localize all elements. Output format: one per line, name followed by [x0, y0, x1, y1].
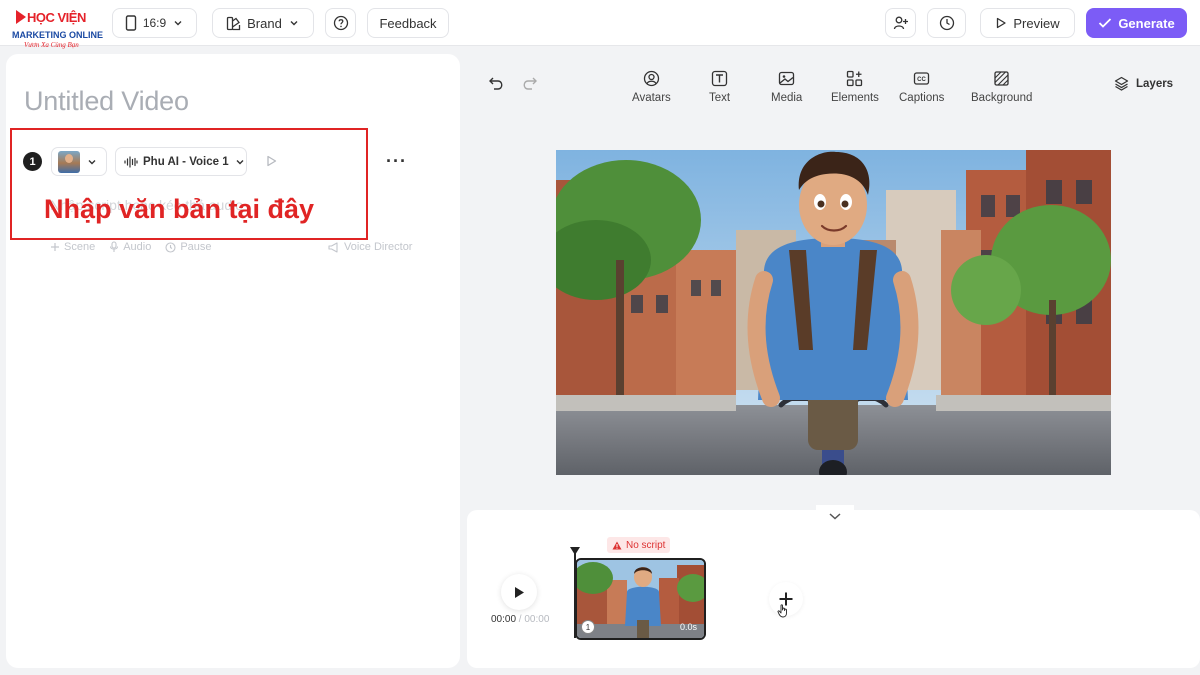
script-panel: Untitled Video 1 Phu AI - Voice 1 ··· Nh…: [6, 54, 460, 668]
current-time: 00:00: [491, 614, 517, 625]
pause-tool-label: Pause: [180, 241, 212, 253]
layers-label: Layers: [1136, 77, 1174, 90]
text-tool-label: Text: [709, 92, 731, 104]
collapse-timeline-button[interactable]: [816, 505, 854, 527]
history-button[interactable]: [927, 8, 966, 38]
phone-icon: [125, 15, 137, 31]
no-script-label: No script: [626, 539, 666, 551]
brand-label: Brand: [247, 15, 282, 31]
chevron-down-icon: [829, 513, 841, 520]
no-script-warning: No script: [607, 537, 671, 553]
logo-brand: HỌC VIỆN: [27, 10, 86, 25]
redo-icon: [523, 77, 537, 90]
help-button[interactable]: [325, 8, 356, 38]
undo-icon: [489, 77, 503, 90]
chevron-down-icon: [174, 21, 182, 26]
text-tool[interactable]: Text: [709, 70, 730, 104]
avatar-icon: [643, 70, 660, 87]
background-tool[interactable]: Background: [971, 70, 1032, 104]
add-user-icon: [893, 16, 908, 30]
undo-button[interactable]: [488, 75, 504, 96]
voice-director-button[interactable]: Voice Director: [328, 241, 412, 253]
image-icon: [779, 71, 795, 86]
captions-tool[interactable]: CC Captions: [899, 70, 944, 104]
voice-director-label: Voice Director: [344, 241, 413, 253]
preview-label: Preview: [1013, 15, 1060, 31]
avatars-tool[interactable]: Avatars: [632, 70, 671, 104]
elements-tool[interactable]: Elements: [831, 70, 879, 104]
text-icon: [711, 70, 728, 87]
layers-button[interactable]: Layers: [1114, 76, 1173, 91]
add-pause-tool[interactable]: Pause: [165, 241, 212, 253]
logo: HỌC VIỆN MARKETING ONLINE Vươn Xa Cùng B…: [10, 6, 110, 49]
layers-icon: [1114, 76, 1129, 91]
clip-number-badge: 1: [581, 620, 595, 634]
audio-tool-label: Audio: [123, 241, 152, 253]
timer-icon: [165, 241, 176, 253]
svg-text:CC: CC: [917, 77, 926, 83]
video-title[interactable]: Untitled Video: [24, 86, 189, 117]
feedback-button[interactable]: Feedback: [367, 8, 449, 38]
microphone-icon: [110, 241, 119, 252]
aspect-ratio-label: 16:9: [142, 16, 167, 30]
canvas-toolbar: Avatars Text Media Elements CC Captions …: [460, 54, 1200, 124]
instruction-overlay-text: Nhập văn bản tại đây: [44, 194, 315, 224]
media-tool-label: Media: [771, 92, 803, 104]
redo-button[interactable]: [522, 75, 538, 96]
warning-icon: [612, 541, 622, 549]
logo-tagline: Vươn Xa Cùng Bạn: [24, 41, 79, 49]
generate-button[interactable]: Generate: [1086, 8, 1187, 38]
clock-icon: [939, 15, 954, 31]
media-tool[interactable]: Media: [771, 70, 802, 104]
aspect-ratio-dropdown[interactable]: 16:9: [112, 8, 197, 38]
background-tool-label: Background: [971, 92, 1033, 104]
clip-duration: 0.0s: [680, 622, 698, 632]
generate-label: Generate: [1118, 15, 1175, 31]
video-preview-canvas[interactable]: [556, 150, 1111, 475]
chevron-down-icon: [290, 21, 298, 26]
help-icon: [333, 15, 348, 31]
captions-icon: CC: [914, 72, 930, 85]
add-audio-tool[interactable]: Audio: [109, 241, 151, 253]
logo-mark-icon: [16, 10, 26, 24]
avatars-tool-label: Avatars: [632, 92, 671, 104]
brand-kit-icon: [226, 16, 241, 30]
scene-tool-label: Scene: [64, 241, 96, 253]
more-options-button[interactable]: ···: [386, 151, 407, 172]
logo-sub: MARKETING ONLINE: [12, 30, 103, 40]
captions-tool-label: Captions: [899, 92, 945, 104]
top-bar: HỌC VIỆN MARKETING ONLINE Vươn Xa Cùng B…: [0, 0, 1200, 49]
timeline-play-button[interactable]: [501, 574, 537, 610]
preview-button[interactable]: Preview: [980, 8, 1075, 38]
time-display: 00:00 / 00:00: [491, 614, 549, 625]
script-tools: Scene Audio Pause: [50, 241, 212, 253]
avatar-scene-image: [556, 150, 1111, 475]
check-icon: [1099, 18, 1112, 28]
plus-icon: [51, 243, 59, 251]
playhead-line: [574, 553, 576, 638]
play-icon: [515, 586, 524, 598]
feedback-label: Feedback: [379, 15, 437, 31]
elements-icon: [847, 70, 863, 87]
megaphone-icon: [328, 241, 338, 253]
elements-tool-label: Elements: [831, 92, 879, 104]
invite-button[interactable]: [885, 8, 916, 38]
add-scene-tool[interactable]: Scene: [50, 241, 95, 253]
pointer-hand-icon: [777, 604, 789, 623]
play-icon: [997, 17, 1007, 29]
brand-dropdown[interactable]: Brand: [212, 8, 314, 38]
background-icon: [994, 71, 1009, 86]
total-time: 00:00: [524, 614, 550, 625]
